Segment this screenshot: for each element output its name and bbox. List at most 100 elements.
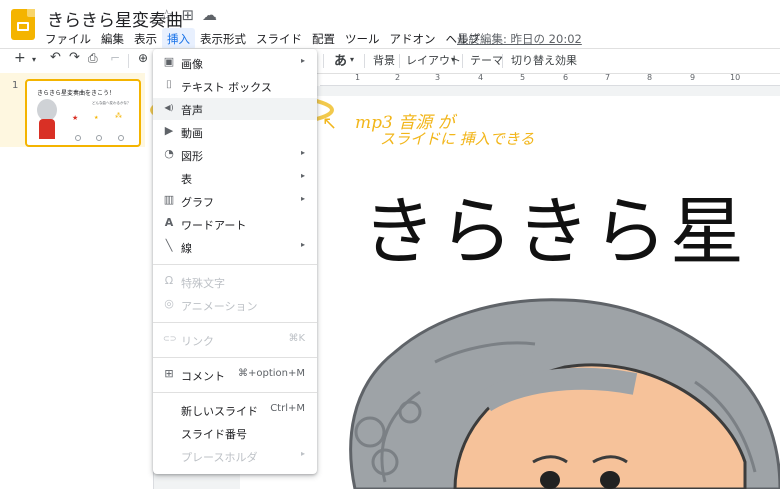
cloud-status-icon[interactable]: ☁ — [202, 6, 217, 24]
menu-insert[interactable]: 挿入 — [162, 28, 195, 50]
font-button[interactable]: あ — [334, 50, 347, 69]
toolbar-divider — [399, 54, 400, 68]
zoom-icon[interactable]: ⊕ — [138, 51, 148, 65]
menu-divider — [153, 392, 317, 393]
ruler-number: 10 — [730, 73, 741, 82]
menu-file[interactable]: ファイル — [40, 28, 96, 50]
background-button[interactable]: 背景 — [373, 52, 395, 68]
menu-item-chart[interactable]: ▥ グラフ ▸ — [153, 190, 317, 212]
ruler-number: 6 — [563, 73, 569, 82]
line-icon: ╲ — [165, 239, 173, 252]
new-slide-plus-icon[interactable]: + — [14, 50, 26, 66]
menu-item-shape[interactable]: ◔ 図形 ▸ — [153, 144, 317, 166]
submenu-arrow-icon: ▸ — [300, 194, 305, 203]
menu-item-label: 新しいスライド — [181, 405, 258, 418]
omega-icon: Ω — [164, 274, 174, 287]
toolbar: + ▾ ↶ ↷ ⎙ ⌐ ⊕ あ ▾ 背景 レイアウト ▾ テーマ 切り替え効果 — [0, 48, 780, 74]
menu-item-label: スライド番号 — [181, 428, 247, 441]
ruler-number: 3 — [435, 73, 441, 82]
menu-item-label: コメント — [181, 370, 225, 383]
menu-divider — [153, 357, 317, 358]
menu-item-new-slide[interactable]: 新しいスライド Ctrl+M — [153, 399, 317, 421]
thumb-mozart-body — [39, 119, 55, 139]
menu-item-label: 図形 — [181, 150, 203, 163]
menu-item-comment[interactable]: ⊞ コメント ⌘+option+M — [153, 364, 317, 386]
link-icon: ⊂⊃ — [163, 334, 177, 343]
menu-slide[interactable]: スライド — [251, 28, 307, 50]
menu-divider — [153, 322, 317, 323]
menu-item-slide-number[interactable]: スライド番号 — [153, 422, 317, 444]
image-icon: ▣ — [163, 55, 175, 68]
thumb-mozart-face — [37, 99, 57, 121]
menu-format[interactable]: 表示形式 — [195, 28, 251, 50]
star-icon[interactable]: ☆ — [160, 6, 173, 24]
menu-item-label: 表 — [181, 173, 192, 186]
last-edit-link[interactable]: 最終編集: 昨日の 20:02 — [457, 31, 582, 47]
menu-arrange[interactable]: 配置 — [307, 28, 340, 50]
menu-edit[interactable]: 編集 — [96, 28, 129, 50]
slide-title[interactable]: きらきら星 — [362, 172, 747, 279]
thumb-subtitle: どんな曲へ変わるかな？ — [92, 101, 131, 105]
annotation-arrow-icon: ↖ — [322, 113, 338, 134]
menu-item-label: ワードアート — [181, 219, 247, 232]
layout-dropdown-icon[interactable]: ▾ — [451, 55, 455, 64]
menu-item-line[interactable]: ╲ 線 ▸ — [153, 236, 317, 258]
slide-thumbnail[interactable]: きらきら星変奏曲をきこう！ どんな曲へ変わるかな？ ★ ★ ⁂ — [25, 79, 141, 147]
menu-view[interactable]: 表示 — [129, 28, 162, 50]
menu-item-image[interactable]: ▣ 画像 ▸ — [153, 52, 317, 74]
menu-item-label: 線 — [181, 242, 192, 255]
menu-item-table[interactable]: 表 ▸ — [153, 167, 317, 189]
slides-logo-icon[interactable] — [11, 9, 35, 40]
submenu-arrow-icon: ▸ — [300, 449, 305, 458]
theme-button[interactable]: テーマ — [470, 52, 503, 68]
menu-item-wordart[interactable]: A ワードアート — [153, 213, 317, 235]
menu-tools[interactable]: ツール — [340, 28, 385, 50]
toolbar-divider — [128, 54, 129, 68]
menu-item-label: 特殊文字 — [181, 277, 225, 290]
menu-item-label: 動画 — [181, 127, 203, 140]
menu-item-label: 音声 — [181, 104, 203, 117]
submenu-arrow-icon: ▸ — [300, 148, 305, 157]
move-folder-icon[interactable]: ⊞ — [181, 6, 194, 24]
shape-icon: ◔ — [164, 147, 174, 160]
audio-icon: ◀) — [164, 103, 174, 112]
new-slide-dropdown-icon[interactable]: ▾ — [32, 55, 36, 64]
menu-item-placeholder[interactable]: プレースホルダ ▸ — [153, 445, 317, 467]
submenu-arrow-icon: ▸ — [300, 240, 305, 249]
insert-menu-dropdown: ▣ 画像 ▸ ⌷ テキスト ボックス ◀) 音声 ▶ 動画 ◔ 図形 ▸ 表 ▸… — [153, 49, 317, 474]
menu-item-video[interactable]: ▶ 動画 — [153, 121, 317, 143]
toolbar-divider — [364, 54, 365, 68]
menu-item-link[interactable]: ⊂⊃ リンク ⌘K — [153, 329, 317, 351]
menu-item-label: プレースホルダ — [181, 451, 258, 464]
animation-icon: ◎ — [164, 297, 174, 310]
wordart-icon: A — [164, 216, 174, 229]
menu-item-label: リンク — [181, 335, 214, 348]
ruler-number: 4 — [478, 73, 484, 82]
mozart-illustration[interactable] — [315, 292, 780, 489]
speaker-dot-icon — [96, 135, 102, 141]
menu-item-animation[interactable]: ◎ アニメーション — [153, 294, 317, 316]
menu-addons[interactable]: アドオン — [385, 28, 441, 50]
toolbar-divider — [323, 54, 324, 68]
thumb-title: きらきら星変奏曲をきこう！ — [37, 90, 116, 97]
menu-item-label: 画像 — [181, 58, 203, 71]
menu-shortcut: Ctrl+M — [270, 403, 305, 414]
paint-format-icon[interactable]: ⌐ — [110, 51, 120, 65]
speaker-dot-icon — [75, 135, 81, 141]
speaker-dot-icon — [118, 135, 124, 141]
red-star-icon: ★ — [72, 114, 79, 122]
print-icon[interactable]: ⎙ — [88, 51, 98, 66]
undo-icon[interactable]: ↶ — [50, 50, 61, 65]
submenu-arrow-icon: ▸ — [300, 56, 305, 65]
transition-button[interactable]: 切り替え効果 — [511, 52, 577, 68]
font-dropdown-icon[interactable]: ▾ — [350, 55, 354, 64]
menu-item-textbox[interactable]: ⌷ テキスト ボックス — [153, 75, 317, 97]
menu-item-label: アニメーション — [181, 300, 258, 313]
menu-item-special-chars[interactable]: Ω 特殊文字 — [153, 271, 317, 293]
redo-icon[interactable]: ↷ — [69, 50, 80, 65]
menubar: ファイル 編集 表示 挿入 表示形式 スライド 配置 ツール アドオン ヘルプ — [40, 28, 485, 50]
menu-item-audio[interactable]: ◀) 音声 — [153, 98, 317, 120]
toolbar-divider — [462, 54, 463, 68]
chart-icon: ▥ — [163, 193, 175, 206]
menu-divider — [153, 264, 317, 265]
